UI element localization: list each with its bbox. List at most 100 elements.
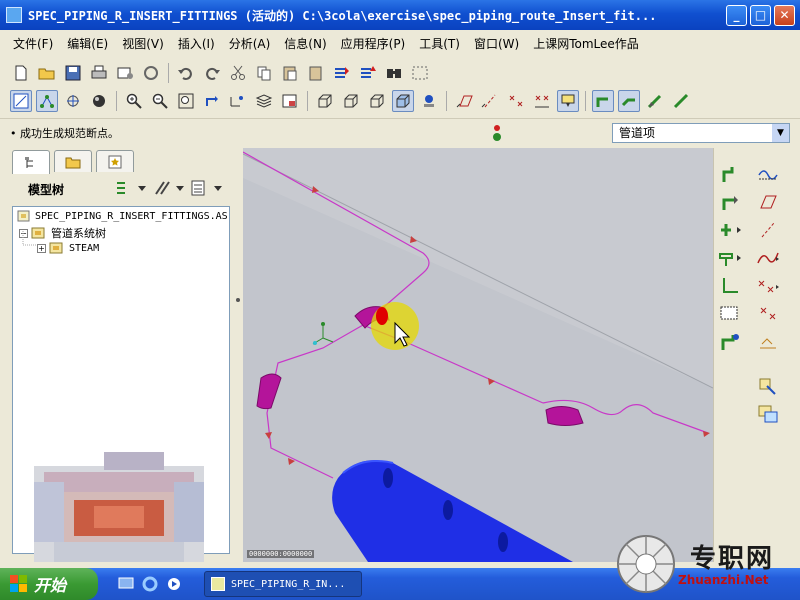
view-manager-icon[interactable] xyxy=(279,90,301,112)
saved-views-icon[interactable] xyxy=(227,90,249,112)
draw-pipe-icon[interactable] xyxy=(644,90,666,112)
hidden-line-icon[interactable] xyxy=(340,90,362,112)
wireframe-icon[interactable] xyxy=(314,90,336,112)
selection-filter-dropdown[interactable]: 管道项 ▼ xyxy=(612,123,790,143)
datum-point-icon[interactable] xyxy=(756,274,780,298)
insert-component-icon[interactable] xyxy=(756,402,780,426)
tree-settings-icon[interactable] xyxy=(152,179,186,200)
minimize-button[interactable]: _ xyxy=(726,5,747,26)
undo-icon[interactable] xyxy=(175,62,197,84)
chevron-down-icon[interactable]: ▼ xyxy=(772,124,789,142)
elbow-fitting-right xyxy=(545,406,584,426)
tree-node-steam[interactable]: + STEAM xyxy=(37,241,99,255)
insert-valve-icon[interactable] xyxy=(718,246,742,270)
menu-window[interactable]: 窗口(W) xyxy=(467,35,526,52)
menu-author[interactable]: 上课网TomLee作品 xyxy=(526,35,646,52)
tree-node-root[interactable]: SPEC_PIPING_R_INSERT_FITTINGS.AS xyxy=(17,209,228,223)
menu-analysis[interactable]: 分析(A) xyxy=(222,35,278,52)
datum-plane-icon[interactable] xyxy=(756,190,780,214)
taskbar-window-button[interactable]: SPEC_PIPING_R_IN... xyxy=(204,571,362,597)
reference-model-icon[interactable] xyxy=(756,374,780,398)
layers-icon[interactable] xyxy=(253,90,275,112)
mail-attach-icon[interactable] xyxy=(140,62,162,84)
datum-points-icon[interactable] xyxy=(36,90,58,112)
pipe-corner-icon[interactable] xyxy=(718,274,742,298)
menu-file[interactable]: 文件(F) xyxy=(6,35,60,52)
redo-icon[interactable] xyxy=(201,62,223,84)
toolbar-separator xyxy=(116,91,117,111)
model-tree-icon xyxy=(25,156,33,168)
find-icon[interactable] xyxy=(383,62,405,84)
annotation-display-icon[interactable] xyxy=(557,90,579,112)
shading-sphere-icon[interactable] xyxy=(88,90,110,112)
zoom-out-icon[interactable] xyxy=(149,90,171,112)
save-icon[interactable] xyxy=(62,62,84,84)
spin-center-icon[interactable] xyxy=(62,90,84,112)
panel-sash[interactable] xyxy=(234,148,242,558)
menu-insert[interactable]: 插入(I) xyxy=(171,35,222,52)
sketch-icon[interactable] xyxy=(10,90,32,112)
insert-fitting-icon[interactable] xyxy=(718,218,742,242)
toolbar-separator xyxy=(446,91,447,111)
shaded-icon[interactable] xyxy=(392,90,414,112)
print-icon[interactable] xyxy=(88,62,110,84)
send-mail-icon[interactable] xyxy=(114,62,136,84)
menu-edit[interactable]: 编辑(E) xyxy=(60,35,115,52)
app-icon xyxy=(6,7,22,23)
model-scene xyxy=(243,148,713,562)
tree-columns-icon[interactable] xyxy=(190,179,224,200)
no-hidden-icon[interactable] xyxy=(366,90,388,112)
window-title-bar[interactable]: SPEC_PIPING_R_INSERT_FITTINGS (活动的) C:\3… xyxy=(0,0,800,30)
model-display-icon[interactable] xyxy=(418,90,440,112)
menu-view[interactable]: 视图(V) xyxy=(115,35,171,52)
paste-special-icon[interactable] xyxy=(305,62,327,84)
paste-icon[interactable] xyxy=(279,62,301,84)
copy-icon[interactable] xyxy=(253,62,275,84)
datum-curve-icon[interactable] xyxy=(756,162,780,186)
coordinate-systems-icon[interactable] xyxy=(531,90,553,112)
menu-applications[interactable]: 应用程序(P) xyxy=(334,35,413,52)
route-from-icon[interactable] xyxy=(718,190,742,214)
show-desktop-icon[interactable] xyxy=(116,574,136,594)
analysis-feature-icon[interactable] xyxy=(756,330,780,354)
menu-tools[interactable]: 工具(T) xyxy=(412,35,467,52)
blurred-logo-region xyxy=(34,452,204,562)
extend-pipe-icon[interactable] xyxy=(618,90,640,112)
maximize-button[interactable]: □ xyxy=(750,5,771,26)
regenerate-manager-icon[interactable] xyxy=(357,62,379,84)
show-settings-icon[interactable] xyxy=(114,179,148,200)
pipe-segment-icon[interactable] xyxy=(670,90,692,112)
tab-favorites[interactable] xyxy=(96,150,134,172)
tab-folder-browser[interactable] xyxy=(54,150,92,172)
menu-info[interactable]: 信息(N) xyxy=(277,35,333,52)
zoom-in-icon[interactable] xyxy=(123,90,145,112)
start-button[interactable]: 开始 xyxy=(0,568,98,600)
close-button[interactable]: ✕ xyxy=(774,5,795,26)
reorient-icon[interactable] xyxy=(201,90,223,112)
status-message: • 成功生成规范断点。 xyxy=(10,127,119,140)
internet-explorer-icon[interactable] xyxy=(140,574,160,594)
regenerate-icon[interactable] xyxy=(331,62,353,84)
open-folder-icon[interactable] xyxy=(36,62,58,84)
select-box-icon[interactable] xyxy=(409,62,431,84)
datum-axes-icon[interactable] xyxy=(479,90,501,112)
set-routing-env-icon[interactable] xyxy=(718,162,742,186)
route-pipe-icon[interactable] xyxy=(592,90,614,112)
watermark: 专职网 Zhuanzhi.Net xyxy=(612,530,800,600)
coordinate-system-icon[interactable] xyxy=(756,302,780,326)
sketched-curve-icon[interactable] xyxy=(756,246,780,270)
pipe-info-icon[interactable] xyxy=(718,302,742,326)
menu-bar: 文件(F) 编辑(E) 视图(V) 插入(I) 分析(A) 信息(N) 应用程序… xyxy=(0,30,800,56)
new-file-icon[interactable] xyxy=(10,62,32,84)
tab-model-tree[interactable] xyxy=(12,150,50,174)
datum-planes-icon[interactable] xyxy=(453,90,475,112)
filter-value: 管道项 xyxy=(619,126,656,140)
cut-icon[interactable] xyxy=(227,62,249,84)
modify-pipe-icon[interactable] xyxy=(718,330,742,354)
datum-points-display-icon[interactable] xyxy=(505,90,527,112)
graphics-viewport[interactable]: 0000000:0000000 xyxy=(243,148,713,562)
media-player-icon[interactable] xyxy=(164,574,184,594)
refit-icon[interactable] xyxy=(175,90,197,112)
datum-axis-icon[interactable] xyxy=(756,218,780,242)
selection-filter-icon[interactable] xyxy=(490,123,504,146)
